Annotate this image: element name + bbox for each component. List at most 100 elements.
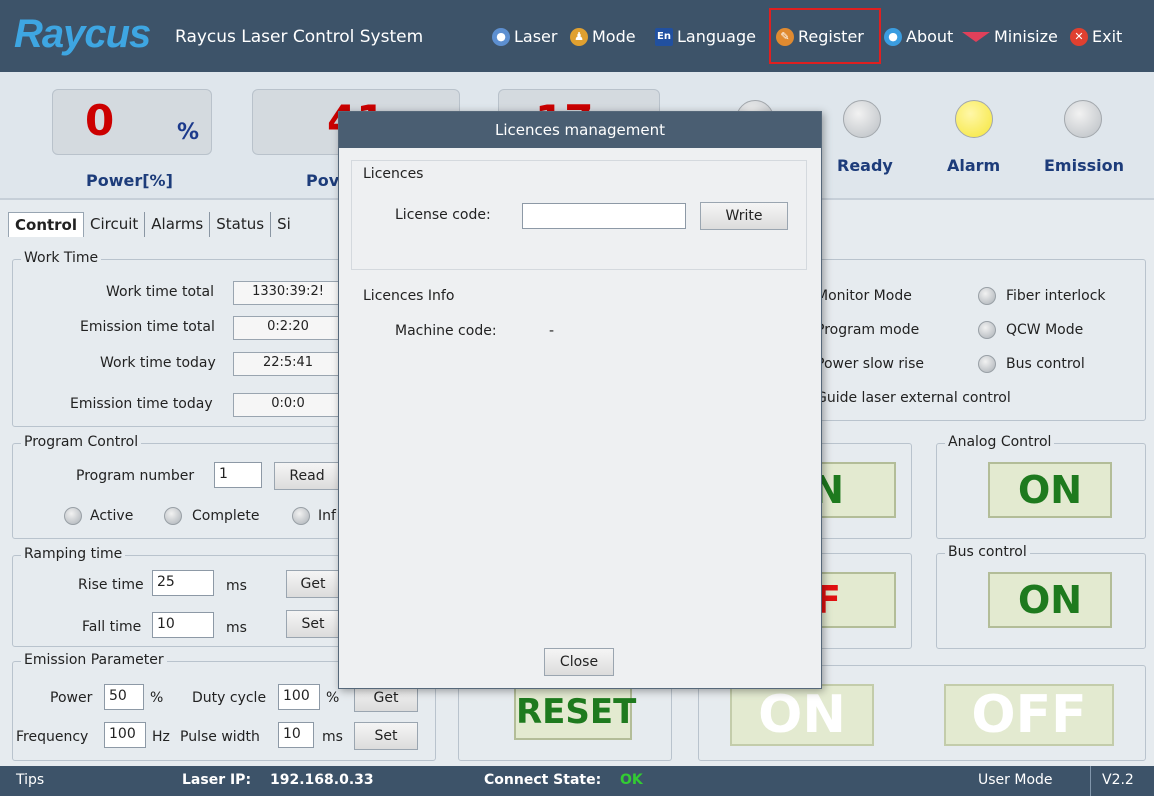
- machine-code-value: -: [549, 323, 555, 339]
- alarm-lamp: [955, 100, 993, 138]
- frequency-unit: Hz: [152, 729, 170, 745]
- connect-state-label: Connect State:: [484, 772, 602, 788]
- active-lamp: [64, 507, 82, 525]
- user-mode: User Mode: [978, 772, 1053, 788]
- language-icon: En: [655, 27, 673, 46]
- pulse-width-unit: ms: [322, 729, 343, 745]
- emission-time-total-label: Emission time total: [80, 319, 215, 335]
- menu-laser[interactable]: ● Laser: [492, 27, 557, 46]
- pulse-width-input[interactable]: 10: [278, 722, 314, 748]
- bus-control-lamp: [978, 355, 996, 373]
- power-label: Pov: [306, 171, 340, 190]
- emission-lamp: [1064, 100, 1102, 138]
- emission-parameter-title: Emission Parameter: [21, 652, 167, 668]
- power-param-label: Power: [50, 690, 93, 706]
- ramping-title: Ramping time: [21, 546, 126, 562]
- emission-time-today-value: 0:0:0: [233, 393, 343, 417]
- version: V2.2: [1102, 772, 1134, 788]
- emission-time-today-label: Emission time today: [70, 396, 213, 412]
- title-bar: Raycus Raycus Laser Control System ● Lase…: [0, 0, 1154, 72]
- rise-unit: ms: [226, 578, 247, 594]
- about-icon: ●: [884, 27, 902, 46]
- close-button[interactable]: Close: [544, 648, 614, 676]
- work-time-today-value: 22:5:41: [233, 352, 343, 376]
- analog-control-title: Analog Control: [945, 434, 1055, 450]
- exit-icon: ✕: [1070, 27, 1088, 46]
- tab-control[interactable]: Control: [8, 212, 85, 237]
- fall-time-input[interactable]: 10: [152, 612, 214, 638]
- program-mode-label: Program mode: [816, 322, 920, 338]
- program-number-input[interactable]: 1: [214, 462, 262, 488]
- bus-on-button[interactable]: ON: [988, 572, 1112, 628]
- work-time-today-label: Work time today: [100, 355, 216, 371]
- license-code-label: License code:: [395, 207, 491, 223]
- tab-circuit[interactable]: Circuit: [84, 212, 146, 237]
- ramp-get-button[interactable]: Get: [286, 570, 340, 598]
- power-param-input[interactable]: 50: [104, 684, 144, 710]
- work-time-total-value: 1330:39:2!: [233, 281, 343, 305]
- status-bar: Tips Laser IP: 192.168.0.33 Connect Stat…: [0, 766, 1154, 796]
- ramp-set-button[interactable]: Set: [286, 610, 340, 638]
- tab-bar: Control Circuit Alarms Status Si: [8, 212, 297, 237]
- menu-mode[interactable]: ♟ Mode: [570, 27, 636, 46]
- reset-button[interactable]: RESET: [514, 684, 636, 740]
- tab-si[interactable]: Si: [271, 212, 297, 237]
- inf-label: Inf: [318, 508, 336, 524]
- laser-icon: ●: [492, 27, 510, 46]
- users-icon: ♟: [570, 27, 588, 46]
- connect-state-value: OK: [620, 772, 643, 788]
- ready-lamp: [843, 100, 881, 138]
- read-button[interactable]: Read: [274, 462, 340, 490]
- fall-unit: ms: [226, 620, 247, 636]
- qcw-mode-label: QCW Mode: [1006, 322, 1084, 338]
- register-highlight: [769, 8, 881, 64]
- machine-code-label: Machine code:: [395, 323, 497, 339]
- menu-exit[interactable]: ✕ Exit: [1070, 27, 1122, 46]
- work-time-total-label: Work time total: [106, 284, 214, 300]
- tab-alarms[interactable]: Alarms: [145, 212, 211, 237]
- power-percent-unit: %: [177, 120, 200, 145]
- bus-control-title: Bus control: [945, 544, 1030, 560]
- duty-cycle-input[interactable]: 100: [278, 684, 320, 710]
- laser-ip-value: 192.168.0.33: [270, 772, 374, 788]
- frequency-label: Frequency: [16, 729, 89, 745]
- menu-about[interactable]: ● About: [884, 27, 953, 46]
- emission-on-button[interactable]: ON: [730, 684, 874, 746]
- fiber-interlock-label: Fiber interlock: [1006, 288, 1106, 304]
- fall-time-label: Fall time: [82, 619, 142, 635]
- emission-label: Emission: [1044, 156, 1124, 175]
- frequency-input[interactable]: 100: [104, 722, 146, 748]
- raycus-logo: Raycus: [14, 12, 151, 56]
- licences-dialog: Licences management Licences License cod…: [338, 111, 822, 689]
- active-label: Active: [90, 508, 134, 524]
- write-button[interactable]: Write: [700, 202, 788, 230]
- licences-title: Licences: [363, 166, 424, 182]
- tab-status[interactable]: Status: [210, 212, 272, 237]
- menu-language[interactable]: En Language: [655, 27, 756, 46]
- dialog-title: Licences management: [339, 112, 821, 148]
- rise-time-label: Rise time: [78, 577, 144, 593]
- menu-minimize[interactable]: Minisize: [962, 27, 1058, 46]
- power-percent-label: Power[%]: [86, 171, 173, 190]
- inf-lamp: [292, 507, 310, 525]
- bus-control-mode-label: Bus control: [1006, 356, 1085, 372]
- analog-on-button[interactable]: ON: [988, 462, 1112, 518]
- power-param-unit: %: [150, 690, 164, 706]
- complete-label: Complete: [192, 508, 260, 524]
- app-title: Raycus Laser Control System: [175, 27, 424, 47]
- power-percent-value: 0: [85, 96, 115, 145]
- emission-set-button[interactable]: Set: [354, 722, 418, 750]
- license-code-input[interactable]: [522, 203, 686, 229]
- monitor-mode-label: Monitor Mode: [816, 288, 912, 304]
- duty-cycle-label: Duty cycle: [192, 690, 267, 706]
- emission-time-total-value: 0:2:20: [233, 316, 343, 340]
- tips-label: Tips: [16, 772, 45, 788]
- work-time-title: Work Time: [21, 250, 102, 266]
- complete-lamp: [164, 507, 182, 525]
- alarm-label: Alarm: [947, 156, 1001, 175]
- pulse-width-label: Pulse width: [180, 729, 260, 745]
- emission-off-button[interactable]: OFF: [944, 684, 1114, 746]
- duty-cycle-unit: %: [326, 690, 340, 706]
- qcw-mode-lamp: [978, 321, 996, 339]
- rise-time-input[interactable]: 25: [152, 570, 214, 596]
